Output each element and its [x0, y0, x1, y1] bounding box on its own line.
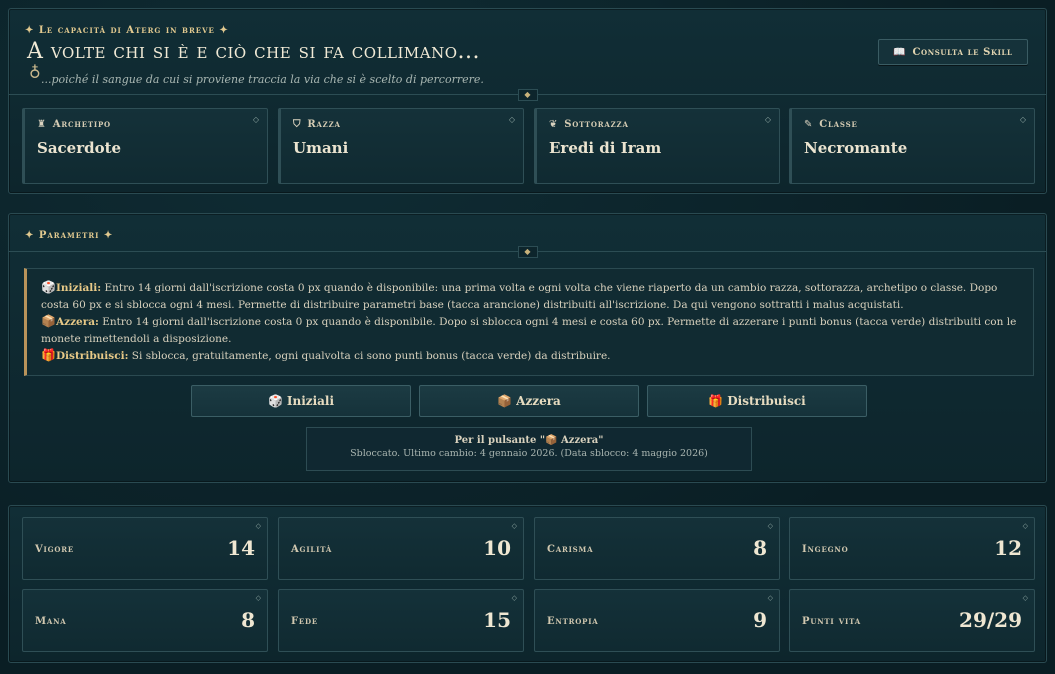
subrace-card: ◇ ❦ Sottorazza Eredi di Iram [534, 108, 780, 184]
race-value: Umani [293, 139, 349, 157]
diamond-outline-icon: ◇ [511, 522, 517, 530]
stat-value: 12 [994, 536, 1022, 560]
diamond-outline-icon: ◇ [1019, 115, 1026, 124]
diamond-outline-icon: ◇ [252, 115, 259, 124]
diamond-outline-icon: ◇ [767, 594, 773, 602]
stat-value: 8 [753, 536, 767, 560]
azzera-status-note: Per il pulsante "📦 Azzera" Sbloccato. Ul… [306, 427, 752, 471]
stat-carisma: ◇ Carisma 8 [534, 517, 780, 580]
info-iniziali-label: Iniziali: [55, 282, 102, 294]
stat-value: 14 [227, 536, 255, 560]
stat-label: Ingegno [802, 544, 849, 555]
race-label: Razza [307, 119, 341, 130]
parameters-panel-header: ✦ Parametri ✦ ◆ [9, 214, 1046, 258]
dice-icon: 🎲 [267, 394, 283, 408]
consult-skills-button[interactable]: 📖 Consulta le Skill [878, 39, 1028, 65]
info-distribuisci: 🎁Distribuisci: Si sblocca, gratuitamente… [41, 347, 1019, 365]
class-label: Classe [819, 119, 858, 130]
archetype-label: Archetipo [52, 119, 111, 130]
scroll-icon: ✎ [804, 119, 814, 130]
class-card: ◇ ✎ Classe Necromante [789, 108, 1035, 184]
archetype-value: Sacerdote [37, 139, 122, 157]
stat-ingegno: ◇ Ingegno 12 [789, 517, 1035, 580]
swirl-ornament-icon: ♁ [29, 61, 41, 80]
stat-fede: ◇ Fede 15 [278, 589, 524, 652]
parameters-info-box: 🎲Iniziali: Entro 14 giorni dall'iscrizio… [24, 268, 1034, 376]
chess-rook-icon: ♜ [37, 119, 47, 130]
note-subtitle: Sbloccato. Ultimo cambio: 4 gennaio 2026… [350, 448, 708, 459]
stat-label: Fede [291, 616, 319, 627]
identity-panel-header: ✦ Le capacità di Aterg in breve ✦ A volt… [9, 9, 1046, 101]
package-icon: 📦 [41, 314, 56, 328]
info-distribuisci-label: Distribuisci: [55, 350, 129, 362]
distribuisci-button-label: Distribuisci [727, 394, 806, 408]
race-label-row: ⛉ Razza [293, 119, 341, 130]
gift-icon: 🎁 [41, 348, 56, 362]
stat-entropia: ◇ Entropia 9 [534, 589, 780, 652]
stat-label: Punti vita [802, 616, 861, 627]
page-title: A volte chi si è e ciò che si fa collima… [27, 39, 481, 64]
class-value: Necromante [804, 139, 908, 157]
subrace-label: Sottorazza [564, 119, 629, 130]
gift-icon: 🎁 [708, 394, 724, 408]
stat-value: 15 [483, 608, 511, 632]
stat-value: 10 [483, 536, 511, 560]
info-azzera-text: Entro 14 giorni dall'iscrizione costa 0 … [41, 316, 1017, 345]
subrace-value: Eredi di Iram [549, 139, 662, 157]
consult-skills-label: Consulta le Skill [912, 46, 1013, 58]
info-azzera-label: Azzera: [55, 316, 99, 328]
divider-diamond-icon: ◆ [517, 89, 538, 101]
diamond-outline-icon: ◇ [1022, 522, 1028, 530]
stat-label: Entropia [547, 616, 599, 627]
parameters-panel: ✦ Parametri ✦ ◆ 🎲Iniziali: Entro 14 gior… [8, 213, 1047, 483]
diamond-outline-icon: ◇ [764, 115, 771, 124]
parameters-kicker: ✦ Parametri ✦ [25, 230, 114, 241]
iniziali-button-label: Iniziali [286, 394, 335, 408]
stat-vigore: ◇ Vigore 14 [22, 517, 268, 580]
race-card: ◇ ⛉ Razza Umani [278, 108, 524, 184]
stat-punti-vita: ◇ Punti vita 29/29 [789, 589, 1035, 652]
book-icon: 📖 [893, 46, 907, 58]
stat-mana: ◇ Mana 8 [22, 589, 268, 652]
iniziali-button[interactable]: 🎲 Iniziali [191, 385, 411, 417]
stat-label: Agilità [291, 544, 333, 555]
diamond-outline-icon: ◇ [255, 522, 261, 530]
stat-agilita: ◇ Agilità 10 [278, 517, 524, 580]
stat-value: 9 [753, 608, 767, 632]
package-icon: 📦 [497, 394, 513, 408]
info-iniziali-text: Entro 14 giorni dall'iscrizione costa 0 … [41, 282, 998, 311]
stat-label: Vigore [35, 544, 75, 555]
leaf-icon: ❦ [549, 119, 559, 130]
archetype-card: ◇ ♜ Archetipo Sacerdote [22, 108, 268, 184]
shield-icon: ⛉ [293, 119, 302, 130]
stat-label: Mana [35, 616, 67, 627]
stat-value: 29/29 [959, 608, 1022, 632]
diamond-outline-icon: ◇ [511, 594, 517, 602]
stat-label: Carisma [547, 544, 594, 555]
azzera-button[interactable]: 📦 Azzera [419, 385, 639, 417]
distribuisci-button[interactable]: 🎁 Distribuisci [647, 385, 867, 417]
page-subtitle: ...poiché il sangue da cui si proviene t… [41, 73, 484, 86]
info-distribuisci-text: Si sblocca, gratuitamente, ogni qualvolt… [128, 350, 611, 362]
subrace-label-row: ❦ Sottorazza [549, 119, 629, 130]
diamond-outline-icon: ◇ [1022, 594, 1028, 602]
archetype-label-row: ♜ Archetipo [37, 119, 111, 130]
class-label-row: ✎ Classe [804, 119, 858, 130]
divider-diamond-icon: ◆ [517, 246, 538, 258]
stat-value: 8 [241, 608, 255, 632]
note-title: Per il pulsante "📦 Azzera" [454, 435, 604, 446]
dice-icon: 🎲 [41, 280, 56, 294]
info-iniziali: 🎲Iniziali: Entro 14 giorni dall'iscrizio… [41, 279, 1019, 313]
azzera-button-label: Azzera [516, 394, 561, 408]
section-kicker: ✦ Le capacità di Aterg in breve ✦ [25, 25, 229, 36]
stats-panel: ◇ Vigore 14 ◇ Agilità 10 ◇ Carisma 8 ◇ I… [8, 505, 1047, 663]
diamond-outline-icon: ◇ [508, 115, 515, 124]
identity-panel: ✦ Le capacità di Aterg in breve ✦ A volt… [8, 8, 1047, 194]
diamond-outline-icon: ◇ [255, 594, 261, 602]
diamond-outline-icon: ◇ [767, 522, 773, 530]
info-azzera: 📦Azzera: Entro 14 giorni dall'iscrizione… [41, 313, 1019, 347]
